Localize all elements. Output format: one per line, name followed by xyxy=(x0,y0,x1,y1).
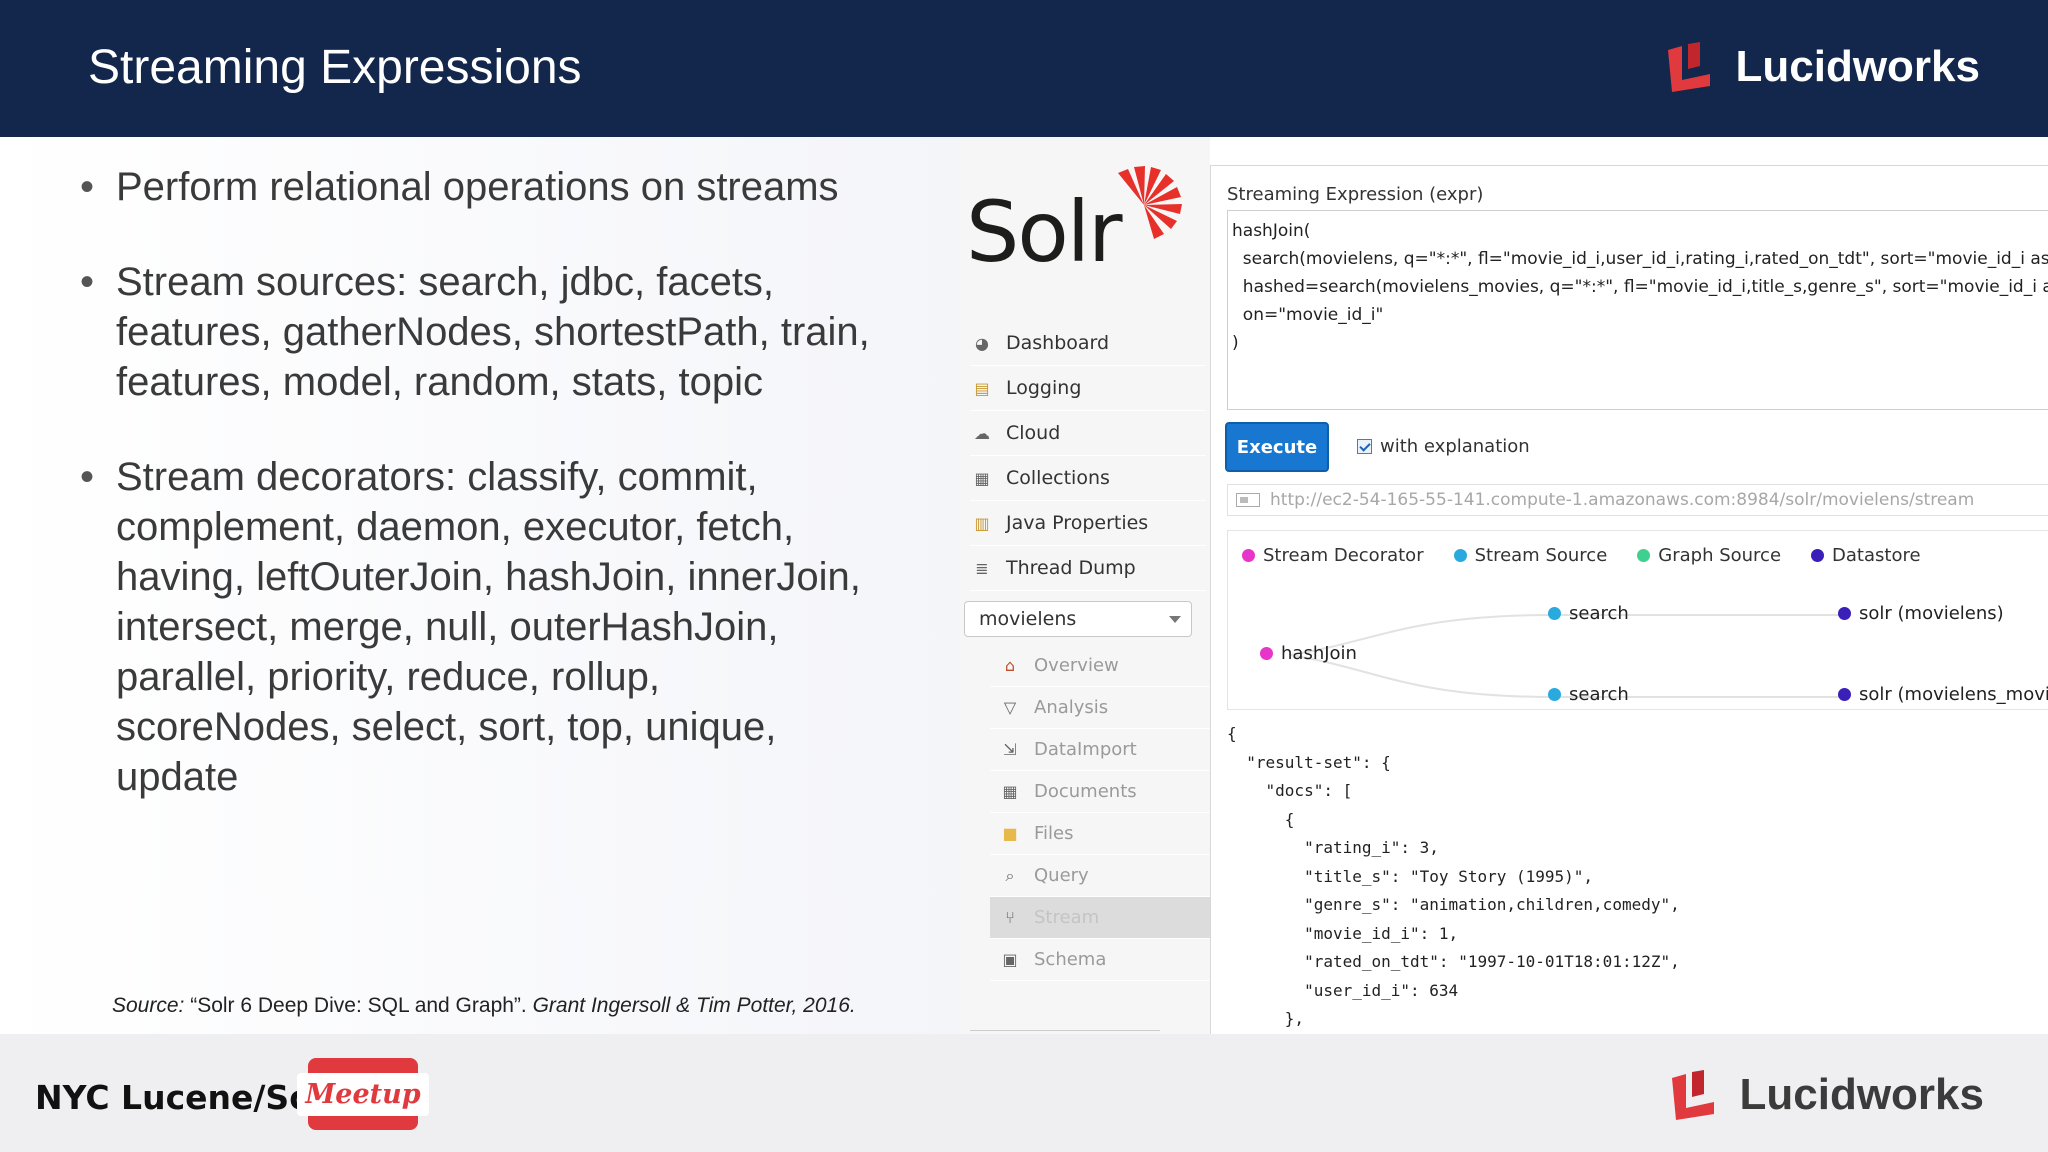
request-url[interactable]: http://ec2-54-165-55-141.compute-1.amazo… xyxy=(1227,484,2048,516)
graph-node-label: hashJoin xyxy=(1281,643,1357,664)
nav-item-label: Logging xyxy=(1006,377,1082,399)
bullet-item: Stream sources: search, jdbc, facets, fe… xyxy=(80,257,880,407)
graph-node-store-top[interactable]: solr (movielens) xyxy=(1838,603,2004,624)
solr-logo-text: Solr xyxy=(966,183,1123,281)
source-title: “Solr 6 Deep Dive: SQL and Graph”. xyxy=(184,994,533,1017)
subnav-item-stream[interactable]: ⑂ Stream xyxy=(990,897,1210,939)
graph-node-search-bottom[interactable]: search xyxy=(1548,684,1629,705)
solr-admin-screenshot: Solr ◕ Dashboard ▤ Logging ☁ Cloud ▦ Col… xyxy=(960,137,2048,1034)
bullet-list: Perform relational operations on streams… xyxy=(80,162,880,847)
subnav-item-overview[interactable]: ⌂ Overview xyxy=(990,645,1210,687)
core-selector[interactable]: movielens xyxy=(964,601,1192,637)
nav-item-label: Dashboard xyxy=(1006,332,1110,354)
stream-panel: Streaming Expression (expr) hashJoin( se… xyxy=(1210,165,2048,1034)
solr-sidebar: Solr ◕ Dashboard ▤ Logging ☁ Cloud ▦ Col… xyxy=(960,137,1210,1034)
meetup-label: NYC Lucene/Solr xyxy=(35,1078,340,1117)
subnav-item-schema[interactable]: ▣ Schema xyxy=(990,939,1210,981)
expr-label: Streaming Expression (expr) xyxy=(1227,184,1484,205)
nav-item-label: Collections xyxy=(1006,467,1110,489)
magnifier-icon: ⌕ xyxy=(1005,865,1015,885)
bullet-item: Perform relational operations on streams xyxy=(80,162,880,212)
explanation-label: with explanation xyxy=(1380,436,1530,457)
subnav-item-label: Query xyxy=(1034,865,1089,886)
collections-icon: ▦ xyxy=(974,468,990,488)
subnav-item-dataimport[interactable]: ⇲ DataImport xyxy=(990,729,1210,771)
thread-dump-icon: ≣ xyxy=(975,558,989,578)
graph-node-label: search xyxy=(1569,603,1629,624)
bullet-item: Stream decorators: classify, commit, com… xyxy=(80,452,880,802)
lucidworks-logo-top: Lucidworks xyxy=(1664,42,1981,92)
subnav-item-files[interactable]: ■ Files xyxy=(990,813,1210,855)
documents-icon: ▦ xyxy=(1002,782,1018,801)
subnav-item-label: DataImport xyxy=(1034,739,1137,760)
explanation-toggle[interactable]: with explanation xyxy=(1357,436,1530,457)
url-icon xyxy=(1236,493,1260,507)
subnav-item-label: Overview xyxy=(1034,655,1119,676)
stream-icon: ⑂ xyxy=(1005,908,1015,927)
explanation-graph: Stream Decorator Stream Source Graph Sou… xyxy=(1227,530,2048,710)
source-citation: Source: “Solr 6 Deep Dive: SQL and Graph… xyxy=(112,994,856,1018)
home-icon: ⌂ xyxy=(1004,656,1016,675)
graph-node-label: search xyxy=(1569,684,1629,705)
request-url-text: http://ec2-54-165-55-141.compute-1.amazo… xyxy=(1270,490,1975,510)
execute-button[interactable]: Execute xyxy=(1225,422,1329,472)
datastore-dot-icon xyxy=(1838,688,1851,701)
slide-title: Streaming Expressions xyxy=(88,41,582,94)
subnav-item-query[interactable]: ⌕ Query xyxy=(990,855,1210,897)
lucidworks-mark-icon xyxy=(1668,1070,1718,1120)
lucidworks-logo-bottom: Lucidworks xyxy=(1668,1070,1985,1120)
subnav-item-analysis[interactable]: ▽ Analysis xyxy=(990,687,1210,729)
funnel-icon: ▽ xyxy=(1003,698,1017,717)
folder-icon: ■ xyxy=(1002,824,1018,843)
solr-sunburst-icon xyxy=(1118,166,1182,239)
decorator-dot-icon xyxy=(1260,647,1273,660)
graph-node-search-top[interactable]: search xyxy=(1548,603,1629,624)
graph-node-hashjoin[interactable]: hashJoin xyxy=(1260,643,1357,664)
import-icon: ⇲ xyxy=(1003,740,1017,759)
dashboard-icon: ◕ xyxy=(975,333,989,353)
graph-node-label: solr (movielens) xyxy=(1859,603,2004,624)
subnav-item-documents[interactable]: ▦ Documents xyxy=(990,771,1210,813)
meetup-logo-text: Meetup xyxy=(297,1072,429,1116)
solr-main-nav: ◕ Dashboard ▤ Logging ☁ Cloud ▦ Collecti… xyxy=(970,321,1206,591)
brand-name: Lucidworks xyxy=(1735,42,1981,91)
nav-item-label: Java Properties xyxy=(1006,512,1149,534)
graph-node-store-bottom[interactable]: solr (movielens_movies) xyxy=(1838,684,2048,705)
core-subnav: ⌂ Overview ▽ Analysis ⇲ DataImport ▦ Doc… xyxy=(990,645,1210,981)
nav-item-cloud[interactable]: ☁ Cloud xyxy=(970,411,1206,456)
subnav-item-label: Documents xyxy=(1034,781,1137,802)
datastore-dot-icon xyxy=(1838,607,1851,620)
result-json: { "result-set": { "docs": [ { "rating_i"… xyxy=(1227,724,1680,1028)
expr-textarea[interactable]: hashJoin( search(movielens, q="*:*", fl=… xyxy=(1227,210,2048,410)
brand-name: Lucidworks xyxy=(1739,1070,1985,1119)
subnav-item-label: Analysis xyxy=(1034,697,1109,718)
explanation-checkbox[interactable] xyxy=(1357,439,1372,454)
subnav-item-label: Schema xyxy=(1034,949,1107,970)
graph-node-label: solr (movielens_movies) xyxy=(1859,684,2048,705)
nav-item-logging[interactable]: ▤ Logging xyxy=(970,366,1206,411)
subnav-item-label: Stream xyxy=(1034,907,1100,928)
nav-item-label: Thread Dump xyxy=(1006,557,1136,579)
lucidworks-mark-icon xyxy=(1664,42,1714,92)
nav-item-thread-dump[interactable]: ≣ Thread Dump xyxy=(970,546,1206,591)
logging-icon: ▤ xyxy=(974,378,990,398)
nav-item-java-properties[interactable]: ▥ Java Properties xyxy=(970,501,1206,546)
cloud-icon: ☁ xyxy=(974,423,990,443)
nav-item-collections[interactable]: ▦ Collections xyxy=(970,456,1206,501)
meetup-logo: Meetup xyxy=(297,1058,429,1130)
source-authors: Grant Ingersoll & Tim Potter, 2016. xyxy=(532,994,856,1017)
source-prefix: Source: xyxy=(112,994,185,1017)
schema-icon: ▣ xyxy=(1002,950,1018,969)
nav-item-label: Cloud xyxy=(1006,422,1061,444)
core-selector-value: movielens xyxy=(979,608,1077,630)
subnav-item-label: Files xyxy=(1034,823,1074,844)
source-dot-icon xyxy=(1548,607,1561,620)
solr-logo[interactable]: Solr xyxy=(966,165,1196,281)
nav-item-dashboard[interactable]: ◕ Dashboard xyxy=(970,321,1206,366)
source-dot-icon xyxy=(1548,688,1561,701)
java-icon: ▥ xyxy=(974,513,990,533)
chevron-down-icon xyxy=(1169,616,1181,623)
slide-header: Streaming Expressions Lucidworks xyxy=(0,0,2048,137)
